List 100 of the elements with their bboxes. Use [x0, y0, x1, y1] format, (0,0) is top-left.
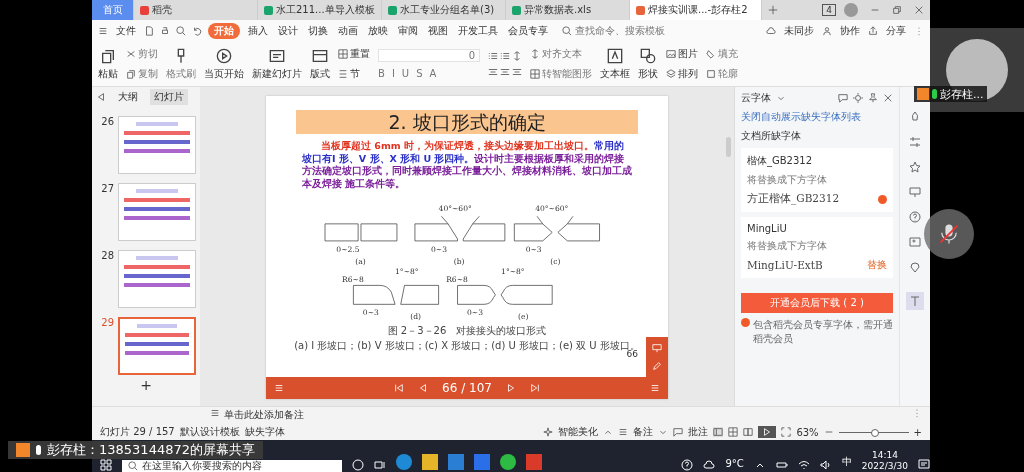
avatar-icon[interactable] — [844, 3, 858, 17]
notes-button[interactable]: 备注 — [633, 425, 654, 439]
ime-indicator[interactable]: 中 — [841, 455, 852, 469]
undo-icon[interactable] — [192, 26, 202, 36]
collaborate-link[interactable]: 协作 — [838, 23, 862, 39]
replace-link[interactable]: 替换 — [867, 258, 887, 272]
reading-view-icon[interactable] — [743, 427, 754, 437]
image-icon[interactable] — [909, 236, 921, 248]
share-link[interactable]: 分享 — [884, 23, 908, 39]
menu-tab[interactable]: 开发工具 — [456, 23, 500, 39]
menu-icon[interactable] — [650, 383, 660, 393]
search-field[interactable]: 查找命令、搜索模板 — [562, 24, 665, 38]
grid-view-icon[interactable] — [728, 427, 739, 437]
slideshow-icon[interactable] — [909, 186, 921, 198]
chat-icon[interactable] — [838, 93, 848, 103]
comment-icon[interactable] — [673, 427, 684, 437]
preview-icon[interactable] — [176, 26, 186, 36]
volume-icon[interactable] — [819, 459, 832, 471]
task-view-icon[interactable] — [374, 459, 386, 471]
close-icon[interactable] — [914, 5, 924, 15]
normal-view-icon[interactable] — [713, 427, 724, 437]
align-text-button[interactable]: 对齐文本 — [530, 47, 592, 61]
play-button[interactable]: 当页开始 — [204, 47, 244, 81]
notification-icon[interactable] — [918, 459, 930, 471]
person-icon[interactable] — [822, 26, 832, 36]
scrollbar[interactable] — [726, 137, 731, 157]
play-icon[interactable] — [758, 426, 777, 438]
cut-button[interactable]: 剪切 — [126, 47, 158, 61]
slide-thumbnail[interactable] — [118, 317, 196, 375]
share-icon[interactable] — [868, 26, 878, 36]
layout-button[interactable]: 版式 — [310, 47, 330, 81]
cloud-icon[interactable] — [766, 26, 776, 36]
menu-tab[interactable]: 视图 — [426, 23, 450, 39]
notes-icon[interactable] — [210, 408, 220, 418]
menu-icon[interactable] — [98, 26, 108, 36]
screen-icon[interactable] — [652, 343, 662, 353]
outline-button[interactable]: 轮廓 — [706, 67, 738, 81]
fill-button[interactable]: 填充 — [706, 47, 738, 61]
slide-thumbnail[interactable] — [118, 116, 196, 174]
star-icon[interactable] — [909, 161, 921, 173]
taskbar-search-field[interactable]: 在这里输入你要搜索的内容 — [122, 460, 342, 472]
first-slide-icon[interactable] — [394, 383, 405, 393]
browser-icon[interactable] — [396, 454, 412, 470]
wifi-icon[interactable] — [797, 459, 810, 471]
slide-thumbnail[interactable] — [118, 250, 196, 308]
shape-button[interactable]: 形状 — [638, 47, 658, 81]
font-size-field[interactable]: 0 — [378, 49, 480, 62]
next-icon[interactable] — [505, 383, 516, 393]
zoom-thumb[interactable] — [870, 428, 879, 437]
sliders-icon[interactable] — [909, 136, 921, 148]
add-tab-icon[interactable] — [768, 5, 778, 15]
reset-button[interactable]: 重置 — [338, 47, 370, 61]
battery-icon[interactable] — [775, 459, 788, 471]
zoom-value[interactable]: 63% — [796, 426, 819, 438]
chat-app-icon[interactable] — [500, 454, 516, 470]
comments-button[interactable]: 批注 — [688, 425, 709, 439]
location-icon[interactable] — [909, 261, 921, 273]
pin-icon[interactable] — [868, 93, 878, 103]
missing-fonts-link[interactable]: 缺失字体 — [244, 425, 285, 439]
text-box-button[interactable]: 文本框 — [600, 47, 630, 81]
menu-tab[interactable]: 动画 — [336, 23, 360, 39]
menu-icon[interactable] — [274, 383, 284, 393]
picture-button[interactable]: 图片 — [666, 47, 698, 61]
close-icon[interactable] — [883, 93, 893, 103]
menu-tab[interactable]: 审阅 — [396, 23, 420, 39]
sync-status[interactable]: 未同步 — [782, 23, 816, 39]
menu-tab[interactable]: 切换 — [306, 23, 330, 39]
smart-art-button[interactable]: 转智能图形 — [530, 67, 592, 81]
last-slide-icon[interactable] — [529, 383, 540, 393]
bullet-list-icon[interactable] — [488, 51, 498, 61]
slide-thumbnail[interactable] — [118, 183, 196, 241]
format-painter-button[interactable]: 格式刷 — [166, 47, 196, 81]
settings-icon[interactable] — [853, 93, 863, 103]
fit-icon[interactable] — [781, 427, 792, 437]
new-slide-button[interactable]: 新建幻灯片 — [252, 47, 302, 81]
save-icon[interactable] — [144, 26, 154, 36]
numbered-list-icon[interactable] — [500, 51, 510, 61]
add-slide-button[interactable]: + — [96, 377, 196, 393]
zoom-in-button[interactable]: + — [913, 426, 922, 438]
section-button[interactable]: 节 — [338, 67, 370, 81]
format-toggle[interactable]: I — [391, 68, 395, 79]
panel-tab[interactable]: 幻灯片 — [150, 89, 188, 105]
cortana-icon[interactable] — [352, 459, 364, 471]
copy-button[interactable]: 复制 — [126, 67, 158, 81]
arrange-button[interactable]: 排列 — [666, 67, 698, 81]
restore-icon[interactable] — [892, 5, 902, 15]
menu-tab[interactable]: 设计 — [276, 23, 300, 39]
paste-button[interactable]: 粘贴 — [98, 47, 118, 81]
notes-icon[interactable] — [618, 427, 629, 437]
tab-count[interactable]: 4 — [822, 4, 836, 16]
panel-tab[interactable]: 大纲 — [114, 89, 142, 105]
hide-list-link[interactable]: 关闭自动展示缺失字体列表 — [741, 110, 893, 124]
menu-tab[interactable]: 插入 — [246, 23, 270, 39]
line-spacing-icon[interactable] — [512, 51, 522, 61]
align-left-icon[interactable] — [488, 67, 498, 77]
collapse-icon[interactable] — [96, 92, 106, 102]
format-toggle[interactable]: U — [401, 68, 410, 79]
muted-mic-icon[interactable] — [924, 209, 974, 259]
justify-icon[interactable] — [512, 67, 522, 77]
pen-icon[interactable] — [652, 361, 662, 371]
